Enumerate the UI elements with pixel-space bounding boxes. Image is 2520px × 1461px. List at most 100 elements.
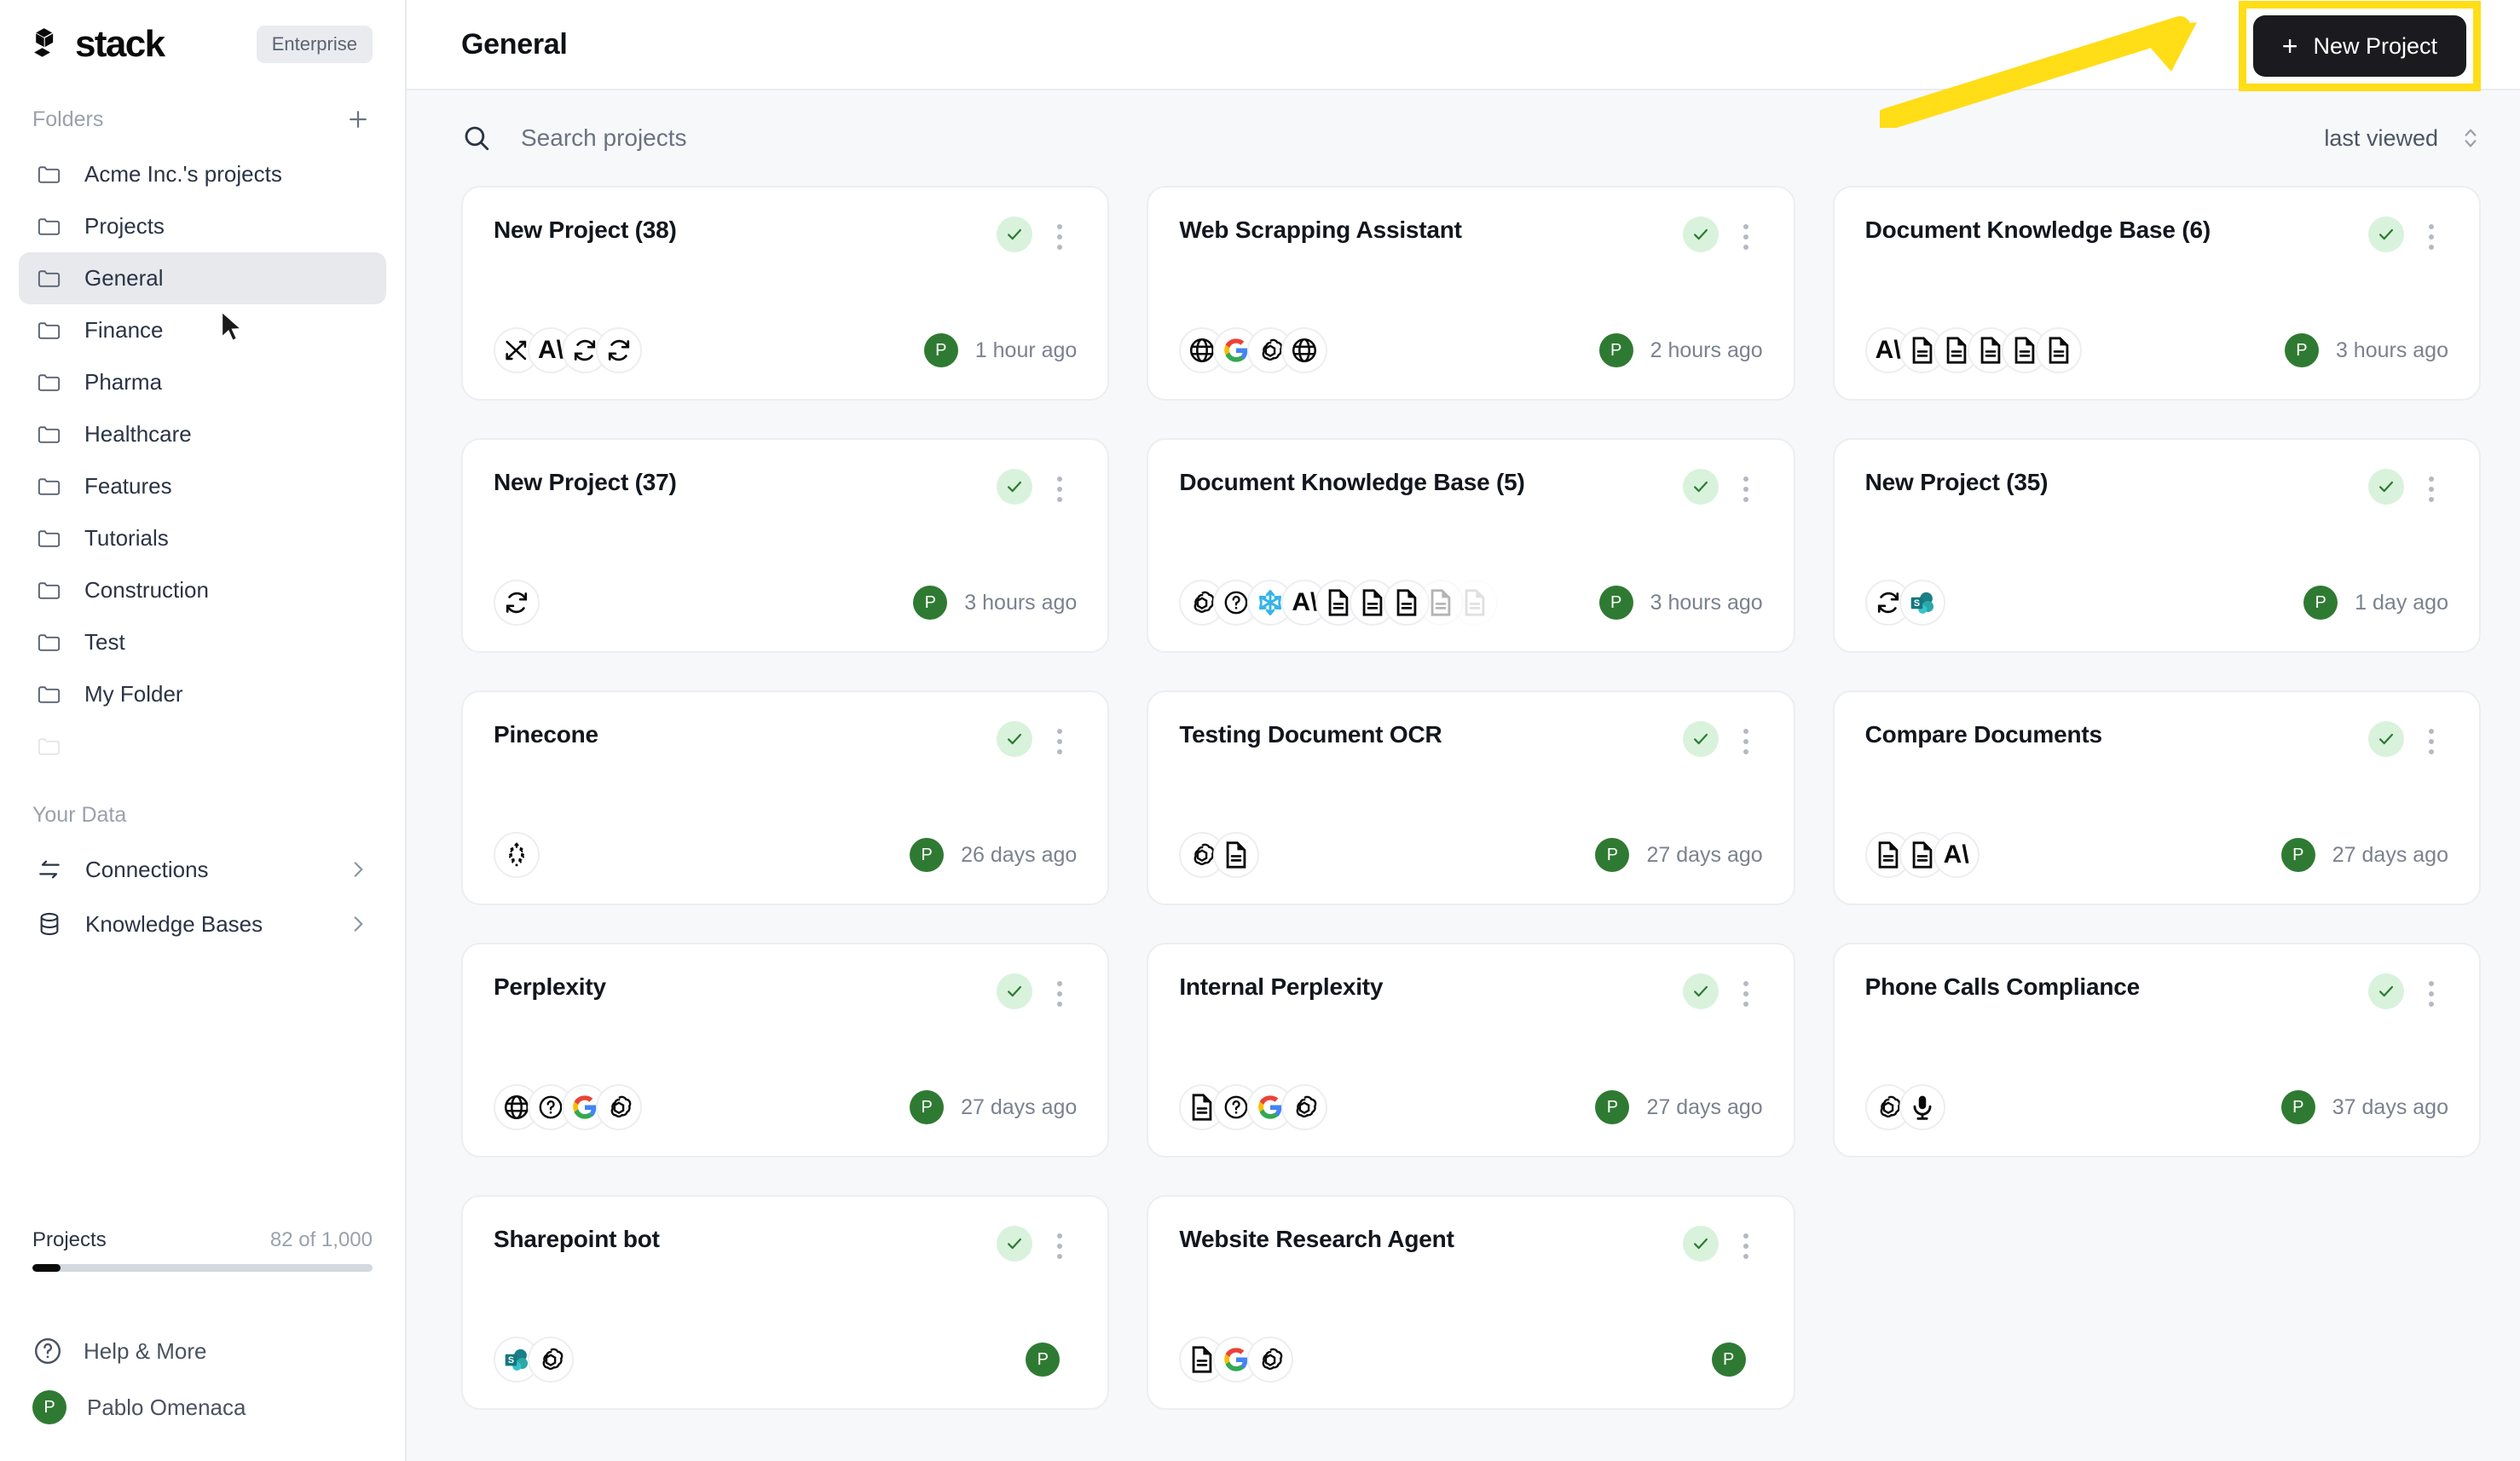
sidebar-item-tutorials[interactable]: Tutorials [19,512,386,564]
integration-chip[interactable] [2035,327,2082,373]
globe-icon [1290,336,1319,365]
integration-chip[interactable] [1281,327,1328,373]
project-card[interactable]: Compare Documents A\ P 27 days ago [1832,690,2481,905]
sidebar-item-features[interactable]: Features [19,460,386,512]
openai-icon [1290,1093,1319,1122]
add-folder-button[interactable] [344,105,373,134]
card-menu-button[interactable] [2414,469,2448,502]
openai-icon [1188,840,1217,869]
project-card[interactable]: Testing Document OCR P 27 days ago [1147,690,1795,905]
status-badge[interactable] [997,721,1033,757]
integration-chip[interactable] [528,1337,574,1383]
document-icon [1358,588,1387,617]
user-account-button[interactable]: P Pablo Omenaca [32,1379,373,1435]
status-badge[interactable] [2367,721,2404,757]
three-dots-vertical-icon [1057,224,1063,229]
check-icon [2379,481,2393,493]
quota-value: 82 of 1,000 [269,1228,373,1251]
integration-chip[interactable] [1281,1084,1328,1130]
integration-chip[interactable]: S [1899,580,1945,626]
sidebar-item-projects[interactable]: Projects [19,200,386,252]
status-badge[interactable] [2367,973,2404,1009]
status-badge[interactable] [2367,469,2404,505]
project-card[interactable]: Internal Perplexity P 27 days ago [1147,943,1795,1158]
sidebar-item-label: Test [84,629,125,655]
status-badge[interactable] [997,1226,1033,1262]
avatar: P [2280,838,2315,872]
brand-logo[interactable]: stack [32,26,165,63]
status-badge[interactable] [997,973,1033,1009]
card-menu-button[interactable] [1043,721,1077,754]
project-card[interactable]: Document Knowledge Base (6) A\ P 3 hours ag… [1832,186,2481,401]
document-icon [1460,588,1489,617]
sidebar-item-test[interactable]: Test [19,616,386,668]
google-icon [1256,1093,1285,1122]
sidebar-item-healthcare[interactable]: Healthcare [19,408,386,460]
sort-selector[interactable]: last viewed [2324,124,2481,152]
project-card[interactable]: Website Research Agent P [1147,1195,1795,1410]
card-menu-button[interactable] [2414,721,2448,754]
status-badge[interactable] [997,217,1033,252]
card-menu-button[interactable] [1729,217,1763,250]
openai-icon [604,1093,633,1122]
help-and-more-button[interactable]: Help & More [32,1323,373,1379]
search-icon[interactable] [461,123,492,153]
anthropic-icon: A\ [538,336,564,364]
new-project-button[interactable]: + New Project [2252,15,2466,77]
sidebar-item-pharma[interactable]: Pharma [19,356,386,408]
integration-chip[interactable] [1899,1084,1945,1130]
data-list: Connections Knowledge Bases [0,842,405,951]
project-card[interactable]: Phone Calls Compliance P 37 days ago [1832,943,2481,1158]
openai-icon [1188,588,1217,617]
sidebar-item-connections[interactable]: Connections [19,842,386,897]
project-card[interactable]: Document Knowledge Base (5) A\ P 3 hours ag… [1147,438,1795,653]
project-card[interactable]: New Project (37) P 3 hours ago [461,438,1110,653]
integration-chip[interactable] [494,832,540,878]
integration-chip[interactable] [494,580,540,626]
sidebar-item-my-folder[interactable]: My Folder [19,668,386,720]
integration-chip[interactable] [1213,832,1260,878]
card-menu-button[interactable] [1043,973,1077,1007]
sidebar-item-acme-inc-s-projects[interactable]: Acme Inc.'s projects [19,148,386,200]
card-menu-button[interactable] [1043,469,1077,502]
project-card[interactable]: Pinecone P 26 days ago [461,690,1110,905]
integration-chip[interactable] [596,327,642,373]
integration-chip[interactable] [596,1084,642,1130]
card-menu-button[interactable] [1729,973,1763,1007]
project-card[interactable]: New Project (38) A\ P 1 hour ago [461,186,1110,401]
project-card[interactable]: Perplexity P 27 days ago [461,943,1110,1158]
integration-chip-group [1179,1337,1294,1383]
project-card[interactable]: Web Scrapping Assistant P 2 hours ago [1147,186,1795,401]
status-badge[interactable] [1682,721,1719,757]
project-card[interactable]: Sharepoint bot S P [461,1195,1110,1410]
integration-chip[interactable] [1452,580,1499,626]
project-card[interactable]: New Project (35) S P 1 day ago [1832,438,2481,653]
sidebar-item-finance[interactable]: Finance [19,304,386,356]
status-badge[interactable] [1682,973,1719,1009]
card-menu-button[interactable] [2414,217,2448,250]
project-title: Internal Perplexity [1179,973,1384,1000]
status-badge[interactable] [1682,1226,1719,1262]
card-header: Sharepoint bot [494,1226,1077,1262]
card-menu-button[interactable] [1729,721,1763,754]
card-menu-button[interactable] [1043,217,1077,250]
three-dots-vertical-icon [1057,1233,1063,1239]
status-badge[interactable] [997,469,1033,505]
card-menu-button[interactable] [1729,469,1763,502]
integration-chip[interactable]: A\ [1933,832,1980,878]
sidebar-item-construction[interactable]: Construction [19,564,386,616]
card-menu-button[interactable] [2414,973,2448,1007]
sidebar-item-general[interactable]: General [19,252,386,304]
card-meta: P 27 days ago [2280,838,2448,872]
sidebar-item-knowledge-bases[interactable]: Knowledge Bases [19,897,386,951]
status-badge[interactable] [1682,217,1719,252]
card-menu-button[interactable] [1729,1226,1763,1259]
search-input[interactable] [521,124,1118,152]
your-data-section-header: Your Data [0,798,405,832]
card-menu-button[interactable] [1043,1226,1077,1259]
check-icon [1008,985,1022,997]
timestamp: 27 days ago [2332,842,2448,867]
integration-chip[interactable] [1247,1337,1294,1383]
status-badge[interactable] [2367,217,2404,252]
status-badge[interactable] [1682,469,1719,505]
